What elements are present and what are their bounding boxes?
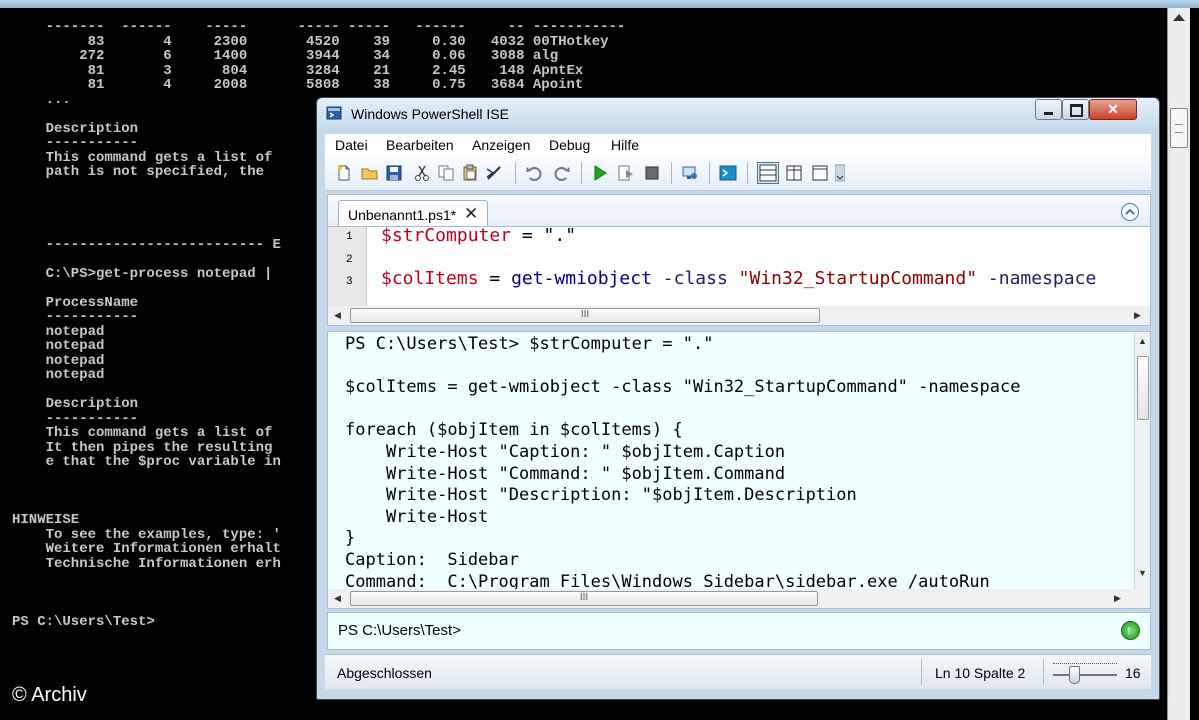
output-scroll-thumb[interactable] xyxy=(1137,356,1149,420)
code-text: = "." xyxy=(511,226,577,246)
status-separator xyxy=(921,659,922,685)
cursor-position: Ln 10 Spalte 2 xyxy=(935,665,1026,681)
zoom-slider[interactable] xyxy=(1053,661,1117,685)
code-line: $colItems = get-wmiobject -class "Win32_… xyxy=(381,268,1096,289)
toolbar-separator xyxy=(581,162,582,184)
zoom-track xyxy=(1053,674,1117,676)
toolbar-separator xyxy=(671,162,672,184)
menu-anzeigen[interactable]: Anzeigen xyxy=(472,137,530,153)
script-tab-strip: Unbenannt1.ps1* ✕ xyxy=(327,194,1151,228)
toolbar-overflow-icon[interactable] xyxy=(835,164,845,182)
console-scrollbar[interactable] xyxy=(1167,8,1190,720)
status-separator xyxy=(1043,659,1044,685)
cut-icon[interactable] xyxy=(413,164,431,182)
scroll-left-icon[interactable]: ◀ xyxy=(334,593,341,604)
clear-console-icon[interactable] xyxy=(485,164,503,182)
close-button[interactable]: ✕ xyxy=(1089,99,1137,120)
zoom-slider-handle[interactable] xyxy=(1069,666,1080,684)
code-text: = xyxy=(478,268,512,289)
output-text: PS C:\Users\Test> $strComputer = "." $co… xyxy=(345,334,1021,591)
powershell-icon xyxy=(326,106,342,120)
script-editor[interactable]: 1 2 3 $strComputer = "." $colItems = get… xyxy=(327,226,1151,308)
minimize-icon xyxy=(1044,112,1053,115)
scroll-right-icon[interactable]: ▶ xyxy=(1134,310,1141,321)
output-horizontal-scrollbar[interactable]: ◀ III ▶ xyxy=(327,589,1151,609)
toolbar-separator xyxy=(747,162,748,184)
open-folder-icon[interactable] xyxy=(361,164,379,182)
powershell-ise-window: Windows PowerShell ISE ✕ Datei Bearbeite… xyxy=(316,97,1160,700)
new-file-icon[interactable] xyxy=(335,164,353,182)
maximize-button[interactable] xyxy=(1062,99,1089,120)
tab-close-icon[interactable]: ✕ xyxy=(464,204,478,224)
console-title-bar xyxy=(0,0,1199,8)
save-icon[interactable] xyxy=(385,164,403,182)
line-number: 3 xyxy=(346,276,353,288)
line-number: 2 xyxy=(346,254,353,266)
scroll-right-icon[interactable]: ▶ xyxy=(1114,593,1121,604)
code-cmdlet: get-wmiobject xyxy=(511,268,652,289)
output-hscroll-thumb[interactable]: III xyxy=(350,591,818,606)
toolbar-separator xyxy=(709,162,710,184)
menu-hilfe[interactable]: Hilfe xyxy=(611,137,639,153)
expand-command-icon[interactable]: ↑ xyxy=(1121,621,1140,640)
close-icon: ✕ xyxy=(1107,101,1119,117)
status-text: Abgeschlossen xyxy=(337,665,432,681)
command-pane[interactable]: PS C:\Users\Test> ↑ xyxy=(327,612,1151,650)
undo-icon[interactable] xyxy=(525,164,543,182)
scroll-up-icon[interactable]: ▲ xyxy=(1138,336,1147,346)
output-vertical-scrollbar[interactable]: ▲ ▼ xyxy=(1134,332,1150,590)
paste-icon[interactable] xyxy=(461,164,479,182)
collapse-editor-icon[interactable] xyxy=(1121,203,1139,221)
stop-icon[interactable] xyxy=(643,164,661,182)
tab-label: Unbenannt1.ps1* xyxy=(348,207,457,223)
line-number-gutter: 1 2 3 xyxy=(328,227,367,307)
editor-horizontal-scrollbar[interactable]: ◀ III ▶ xyxy=(327,306,1151,326)
powershell-console-icon[interactable] xyxy=(719,164,737,182)
new-remote-tab-icon[interactable] xyxy=(681,164,699,182)
minimize-button[interactable] xyxy=(1035,99,1062,120)
watermark: © Archiv xyxy=(12,684,87,706)
editor-scroll-thumb[interactable]: III xyxy=(350,308,820,323)
output-pane[interactable]: PS C:\Users\Test> $strComputer = "." $co… xyxy=(327,331,1151,591)
command-prompt: PS C:\Users\Test> xyxy=(338,622,461,639)
copy-icon[interactable] xyxy=(437,164,455,182)
scroll-down-icon[interactable]: ▼ xyxy=(1138,568,1147,578)
arrow-up-icon: ↑ xyxy=(1126,623,1132,637)
code-line: $strComputer = "." xyxy=(381,226,577,246)
menu-debug[interactable]: Debug xyxy=(549,137,590,153)
code-parameter: -class xyxy=(651,268,739,289)
toolbar-separator xyxy=(515,162,516,184)
code-string: "Win32_StartupCommand" xyxy=(738,268,978,289)
layout-side-icon[interactable] xyxy=(785,164,803,182)
line-number: 1 xyxy=(346,231,353,243)
maximize-icon xyxy=(1070,104,1083,117)
code-parameter: -namespace xyxy=(977,268,1097,289)
menu-bar: Datei Bearbeiten Anzeigen Debug Hilfe xyxy=(325,134,1151,156)
menu-bearbeiten[interactable]: Bearbeiten xyxy=(386,137,454,153)
tab-unbenannt1[interactable]: Unbenannt1.ps1* ✕ xyxy=(338,200,488,228)
code-variable: $strComputer xyxy=(381,226,512,246)
code-variable: $colItems xyxy=(381,268,479,289)
scroll-up-icon[interactable] xyxy=(1173,14,1185,21)
menu-datei[interactable]: Datei xyxy=(335,137,368,153)
redo-icon[interactable] xyxy=(553,164,571,182)
run-script-icon[interactable] xyxy=(591,164,609,182)
console-scroll-thumb[interactable] xyxy=(1170,108,1188,148)
zoom-ticks xyxy=(1053,663,1117,668)
layout-stacked-icon[interactable] xyxy=(757,162,779,184)
run-selection-icon[interactable] xyxy=(617,164,635,182)
zoom-value: 16 xyxy=(1125,665,1141,681)
toolbar xyxy=(325,156,1151,191)
title-bar[interactable]: Windows PowerShell ISE ✕ xyxy=(317,98,1159,128)
scroll-left-icon[interactable]: ◀ xyxy=(334,310,341,321)
status-bar: Abgeschlossen Ln 10 Spalte 2 16 xyxy=(325,654,1151,689)
window-title: Windows PowerShell ISE xyxy=(351,106,509,122)
layout-maximized-icon[interactable] xyxy=(811,164,829,182)
